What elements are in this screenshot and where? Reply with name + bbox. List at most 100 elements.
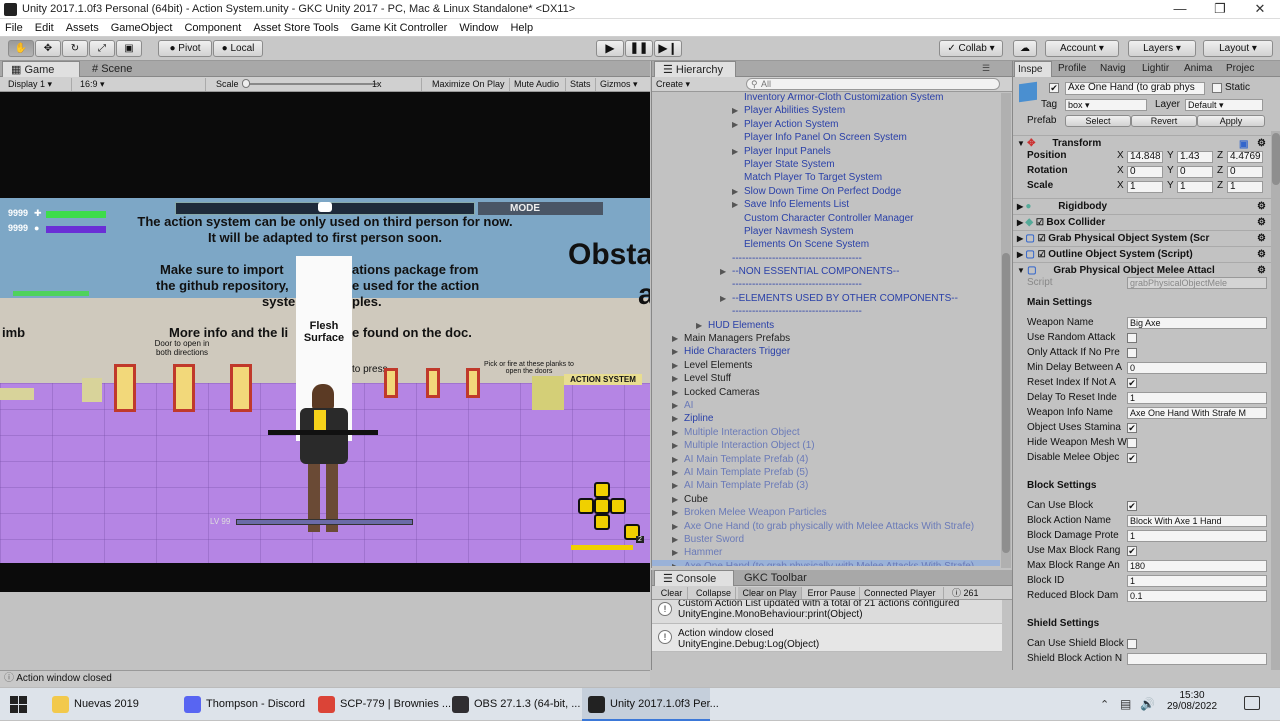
hierarchy-item[interactable]: ▶ Hammer — [652, 546, 1000, 559]
transform-position-y-field[interactable]: 1.43 — [1177, 151, 1213, 163]
windows-start-icon[interactable] — [10, 696, 28, 714]
foldout-arrow-icon[interactable]: ▶ — [672, 426, 681, 439]
foldout-arrow-icon[interactable]: ▶ — [720, 265, 729, 278]
foldout-arrow-icon[interactable]: ▶ — [732, 185, 741, 198]
foldout-arrow-icon[interactable]: ▶ — [696, 319, 705, 332]
taskbar-app-button[interactable]: OBS 27.1.3 (64-bit, ... — [446, 688, 580, 721]
component-enabled-checkbox[interactable]: ☑ — [1038, 249, 1049, 259]
tab-console[interactable]: ☰ Console — [654, 570, 734, 586]
foldout-arrow-icon[interactable]: ▶ — [672, 560, 681, 566]
tag-dropdown[interactable]: box — [1065, 99, 1147, 111]
menu-help[interactable]: Help — [510, 22, 533, 34]
tab-navigation[interactable]: Navig — [1097, 61, 1139, 77]
hierarchy-item[interactable]: ▶ Zipline — [652, 412, 1000, 425]
main-setting-field[interactable]: Big Axe — [1127, 317, 1267, 329]
object-name-field[interactable]: Axe One Hand (to grab phys — [1065, 82, 1205, 95]
menu-game-kit-controller[interactable]: Game Kit Controller — [351, 22, 448, 34]
foldout-arrow-icon[interactable]: ▶ — [672, 520, 681, 533]
stats-toggle[interactable]: Stats — [566, 78, 596, 91]
hierarchy-item[interactable]: Custom Character Controller Manager — [652, 212, 1000, 225]
prefab-revert-button[interactable]: Revert — [1131, 115, 1197, 127]
transform-scale-y-field[interactable]: 1 — [1177, 181, 1213, 193]
account-dropdown[interactable]: Account — [1045, 40, 1119, 57]
hierarchy-scrollbar[interactable] — [1001, 93, 1011, 568]
hierarchy-item[interactable]: ▶ Main Managers Prefabs — [652, 332, 1000, 345]
clear-button[interactable]: Clear — [656, 587, 688, 599]
console-message[interactable]: ! Action window closed UnityEngine.Debug… — [652, 624, 1002, 652]
component-enabled-checkbox[interactable]: ☑ — [1038, 233, 1049, 243]
maximize-on-play-toggle[interactable]: Maximize On Play — [428, 78, 510, 91]
shield-setting-checkbox[interactable] — [1127, 639, 1137, 649]
hierarchy-item[interactable]: ▶ Locked Cameras — [652, 386, 1000, 399]
hierarchy-item[interactable]: ▶ Multiple Interaction Object — [652, 426, 1000, 439]
foldout-arrow-icon[interactable]: ▶ — [672, 466, 681, 479]
move-tool-icon[interactable]: ✥ — [35, 40, 61, 57]
outline-object-component-header[interactable]: ▶ ▢ ☑ Outline Object System (Script) ⚙ — [1013, 246, 1273, 261]
tab-project[interactable]: Projec — [1223, 61, 1267, 77]
hierarchy-item[interactable]: ▶ Slow Down Time On Perfect Dodge — [652, 185, 1000, 198]
main-setting-checkbox[interactable] — [1127, 438, 1137, 448]
volume-icon[interactable]: 🔊 — [1140, 697, 1155, 711]
error-pause-button[interactable]: Error Pause — [804, 587, 860, 599]
layers-dropdown[interactable]: Layers — [1128, 40, 1196, 57]
settings-gear-icon[interactable]: ⚙ — [1257, 215, 1266, 230]
foldout-arrow-icon[interactable]: ▶ — [732, 145, 741, 158]
hierarchy-item[interactable]: ▶ Player Input Panels — [652, 145, 1000, 158]
main-setting-checkbox[interactable] — [1127, 348, 1137, 358]
main-setting-field[interactable]: 0 — [1127, 362, 1267, 374]
foldout-arrow-icon[interactable]: ▶ — [672, 479, 681, 492]
taskbar-app-button[interactable]: Unity 2017.1.0f3 Per... — [582, 688, 719, 721]
hierarchy-item[interactable]: ▶ Hide Characters Trigger — [652, 345, 1000, 358]
create-dropdown[interactable]: Create — [656, 78, 700, 91]
transform-position-z-field[interactable]: 4.4769 — [1227, 151, 1263, 163]
menu-window[interactable]: Window — [459, 22, 498, 34]
block-setting-field[interactable]: 180 — [1127, 560, 1267, 572]
hierarchy-search-input[interactable]: ⚲ All — [746, 78, 1000, 90]
hierarchy-item[interactable]: Player State System — [652, 158, 1000, 171]
clock[interactable]: 15:30 29/08/2022 — [1166, 690, 1218, 712]
aspect-dropdown[interactable]: 16:9 — [76, 78, 206, 91]
main-setting-checkbox[interactable] — [1127, 333, 1137, 343]
foldout-arrow-icon[interactable]: ▶ — [732, 118, 741, 131]
layer-dropdown[interactable]: Default — [1185, 99, 1263, 111]
mute-audio-toggle[interactable]: Mute Audio — [510, 78, 566, 91]
menu-edit[interactable]: Edit — [35, 22, 54, 34]
close-icon[interactable]: ✕ — [1240, 0, 1280, 19]
game-viewport[interactable]: MODE 9999 ✚ 9999 ● The action system can… — [0, 92, 650, 592]
local-button[interactable]: ● Local — [213, 40, 263, 57]
hierarchy-scroll-thumb[interactable] — [1002, 253, 1010, 553]
log-count[interactable]: ⓘ 261 — [952, 587, 992, 599]
foldout-arrow-icon[interactable]: ▶ — [672, 412, 681, 425]
hierarchy-item[interactable]: --------------------------------------- — [652, 278, 1000, 291]
maximize-icon[interactable]: ❐ — [1200, 0, 1240, 19]
menu-assets[interactable]: Assets — [66, 22, 99, 34]
menu-component[interactable]: Component — [184, 22, 241, 34]
block-setting-field[interactable]: 1 — [1127, 575, 1267, 587]
hierarchy-item[interactable]: Match Player To Target System — [652, 171, 1000, 184]
tab-hierarchy[interactable]: ☰ Hierarchy — [654, 61, 736, 77]
hierarchy-item[interactable]: Player Info Panel On Screen System — [652, 131, 1000, 144]
hierarchy-item[interactable]: ▶ AI — [652, 399, 1000, 412]
network-icon[interactable]: ▤ — [1120, 697, 1131, 711]
hierarchy-item[interactable]: Player Navmesh System — [652, 225, 1000, 238]
foldout-arrow-icon[interactable]: ▶ — [672, 345, 681, 358]
tab-game[interactable]: ▦ Game — [2, 61, 80, 77]
foldout-arrow-icon[interactable]: ▶ — [672, 533, 681, 546]
main-setting-checkbox[interactable]: ✔ — [1127, 453, 1137, 463]
rigidbody-component-header[interactable]: ▶ ● Rigidbody ⚙ — [1013, 198, 1273, 213]
foldout-arrow-icon[interactable]: ▶ — [672, 359, 681, 372]
hierarchy-item[interactable]: ▶ --NON ESSENTIAL COMPONENTS-- — [652, 265, 1000, 278]
prefab-apply-button[interactable]: Apply — [1197, 115, 1265, 127]
settings-gear-icon[interactable]: ⚙ — [1257, 136, 1266, 151]
component-enabled-checkbox[interactable]: ☑ — [1036, 217, 1047, 227]
transform-rotation-z-field[interactable]: 0 — [1227, 166, 1263, 178]
foldout-arrow-icon[interactable]: ▶ — [672, 453, 681, 466]
transform-scale-z-field[interactable]: 1 — [1227, 181, 1263, 193]
settings-gear-icon[interactable]: ⚙ — [1257, 231, 1266, 246]
clear-on-play-button[interactable]: Clear on Play — [738, 587, 802, 599]
notifications-icon[interactable] — [1244, 696, 1260, 710]
transform-rotation-x-field[interactable]: 0 — [1127, 166, 1163, 178]
taskbar-app-button[interactable]: Nuevas 2019 — [46, 688, 174, 721]
hierarchy-item[interactable]: ▶ HUD Elements — [652, 319, 1000, 332]
scale-tool-icon[interactable]: ⤢ — [89, 40, 115, 57]
